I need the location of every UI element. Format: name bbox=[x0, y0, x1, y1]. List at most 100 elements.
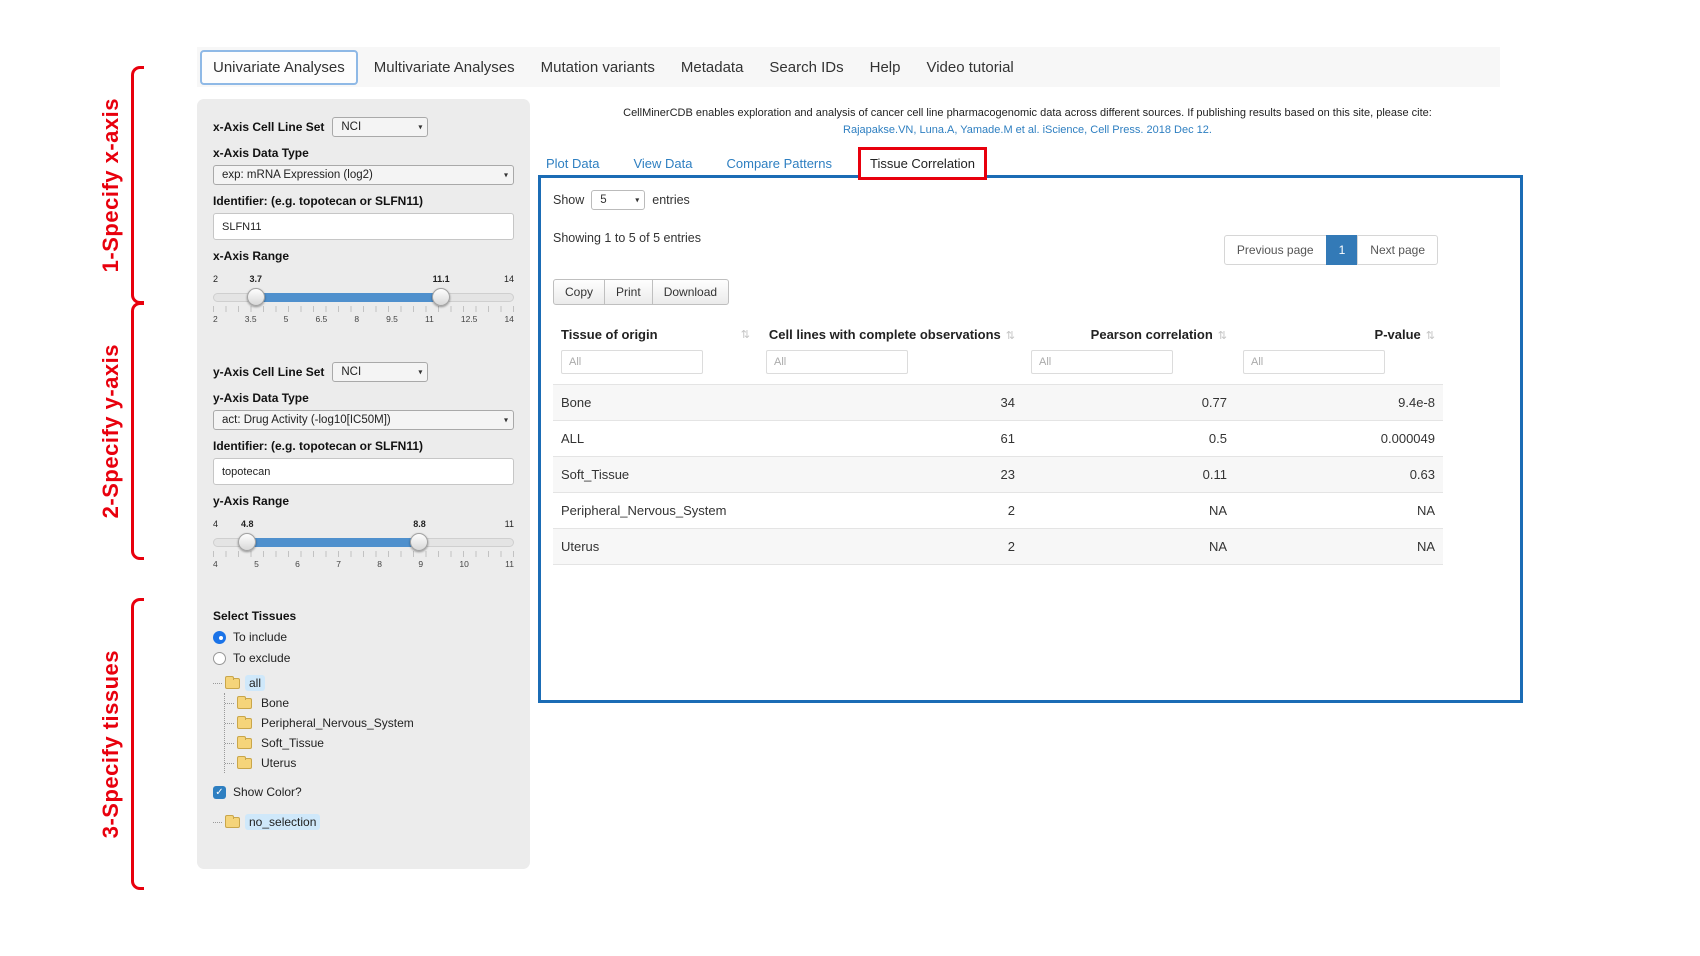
annotation-bracket bbox=[131, 302, 144, 560]
tab-view-data[interactable]: View Data bbox=[633, 156, 692, 171]
folder-icon bbox=[225, 817, 240, 828]
slider-handle-high[interactable] bbox=[432, 288, 450, 306]
column-header-cell-lines[interactable]: Cell lines with complete observations⇅ bbox=[758, 317, 1023, 348]
cell-tissue: Soft_Tissue bbox=[553, 457, 758, 493]
annotation-bracket bbox=[131, 66, 144, 304]
page-length-select[interactable]: 5 ▾ bbox=[591, 190, 645, 210]
nav-tab-video-tutorial[interactable]: Video tutorial bbox=[913, 50, 1026, 85]
next-page-button[interactable]: Next page bbox=[1357, 235, 1438, 265]
tree-label: Uterus bbox=[257, 755, 300, 771]
slider-handle-low[interactable] bbox=[247, 288, 265, 306]
nav-tab-univariate-analyses[interactable]: Univariate Analyses bbox=[200, 50, 358, 85]
page-1-button[interactable]: 1 bbox=[1326, 235, 1359, 265]
previous-page-button[interactable]: Previous page bbox=[1224, 235, 1327, 265]
tick-label: 9.5 bbox=[386, 314, 398, 324]
tree-label: all bbox=[245, 675, 265, 691]
tick-label: 12.5 bbox=[461, 314, 478, 324]
x-identifier-input[interactable] bbox=[213, 213, 514, 240]
x-data-type-value: exp: mRNA Expression (log2) bbox=[222, 169, 373, 181]
nav-tab-search-ids[interactable]: Search IDs bbox=[756, 50, 856, 85]
slider-handle-high[interactable] bbox=[410, 533, 428, 551]
slider-handle-low[interactable] bbox=[238, 533, 256, 551]
sort-icon: ⇅ bbox=[1426, 330, 1435, 342]
tree-item-uterus[interactable]: Uterus bbox=[225, 753, 514, 773]
nav-tab-multivariate-analyses[interactable]: Multivariate Analyses bbox=[361, 50, 528, 85]
radio-to-include-label: To include bbox=[233, 630, 287, 644]
x-axis-range-slider[interactable]: 2 3.7 11.1 14 2 3.5 5 6.5 8 9.5 11 12.5 … bbox=[213, 268, 514, 330]
y-range-label: y-Axis Range bbox=[213, 494, 514, 508]
table-row[interactable]: Bone 34 0.77 9.4e-8 bbox=[553, 385, 1443, 421]
cell-cell-lines: 61 bbox=[758, 421, 1023, 457]
table-row[interactable]: Soft_Tissue 23 0.11 0.63 bbox=[553, 457, 1443, 493]
radio-to-include[interactable]: To include bbox=[213, 630, 514, 644]
tab-compare-patterns[interactable]: Compare Patterns bbox=[727, 156, 833, 171]
citation-link[interactable]: Rajapakse.VN, Luna.A, Yamade.M et al. iS… bbox=[540, 122, 1515, 139]
nav-tab-help[interactable]: Help bbox=[857, 50, 914, 85]
annotation-bracket bbox=[131, 598, 144, 890]
pagination: Previous page 1 Next page bbox=[1224, 235, 1438, 265]
cell-pearson: 0.5 bbox=[1023, 421, 1235, 457]
tree-children: Bone Peripheral_Nervous_System Soft_Tiss… bbox=[224, 693, 514, 773]
column-header-tissue-of-origin[interactable]: Tissue of origin ⇅ bbox=[553, 317, 758, 348]
x-cell-line-set-select[interactable]: NCI ▾ bbox=[332, 117, 428, 137]
cell-tissue: Bone bbox=[553, 385, 758, 421]
table-row[interactable]: Uterus 2 NA NA bbox=[553, 529, 1443, 565]
tab-tissue-correlation[interactable]: Tissue Correlation bbox=[870, 156, 975, 171]
slider-from-label: 4.8 bbox=[241, 519, 254, 529]
slider-min-label: 4 bbox=[213, 519, 218, 529]
tick-label: 8 bbox=[377, 559, 382, 569]
cell-tissue: Uterus bbox=[553, 529, 758, 565]
table-row[interactable]: ALL 61 0.5 0.000049 bbox=[553, 421, 1443, 457]
copy-button[interactable]: Copy bbox=[553, 279, 605, 305]
slider-ticks bbox=[213, 551, 514, 557]
tree-item-bone[interactable]: Bone bbox=[225, 693, 514, 713]
filter-p-value[interactable] bbox=[1243, 350, 1385, 374]
tick-label: 3.5 bbox=[245, 314, 257, 324]
cell-cell-lines: 2 bbox=[758, 529, 1023, 565]
filter-tissue-of-origin[interactable] bbox=[561, 350, 703, 374]
slider-fill bbox=[247, 538, 419, 547]
nav-tab-metadata[interactable]: Metadata bbox=[668, 50, 757, 85]
filter-cell-lines[interactable] bbox=[766, 350, 908, 374]
show-color-label: Show Color? bbox=[233, 785, 302, 799]
tree-label: Bone bbox=[257, 695, 293, 711]
x-data-type-select[interactable]: exp: mRNA Expression (log2) ▾ bbox=[213, 165, 514, 185]
header-row: Tissue of origin ⇅ Cell lines with compl… bbox=[553, 317, 1443, 348]
tree-item-no-selection[interactable]: no_selection bbox=[213, 812, 514, 832]
show-color-checkbox[interactable]: ✓ Show Color? bbox=[213, 785, 514, 799]
chevron-down-icon: ▾ bbox=[504, 416, 508, 425]
tree-connector bbox=[213, 822, 222, 823]
filter-pearson-correlation[interactable] bbox=[1031, 350, 1173, 374]
radio-to-exclude[interactable]: To exclude bbox=[213, 651, 514, 665]
x-data-type-label: x-Axis Data Type bbox=[213, 146, 514, 160]
slider-fill bbox=[256, 293, 441, 302]
tick-label: 2 bbox=[213, 314, 218, 324]
tree-item-all[interactable]: all bbox=[213, 673, 514, 693]
column-title: Tissue of origin bbox=[561, 327, 658, 342]
annotation-step2: 2-Specify y-axis bbox=[98, 302, 144, 560]
tab-plot-data[interactable]: Plot Data bbox=[546, 156, 599, 171]
print-button[interactable]: Print bbox=[604, 279, 653, 305]
tick-label: 9 bbox=[418, 559, 423, 569]
table-row[interactable]: Peripheral_Nervous_System 2 NA NA bbox=[553, 493, 1443, 529]
tree-label: Soft_Tissue bbox=[257, 735, 328, 751]
tick-label: 14 bbox=[504, 314, 513, 324]
y-identifier-input[interactable] bbox=[213, 458, 514, 485]
nav-tab-mutation-variants[interactable]: Mutation variants bbox=[528, 50, 668, 85]
download-button[interactable]: Download bbox=[652, 279, 729, 305]
selection-tree: no_selection bbox=[213, 812, 514, 832]
column-header-p-value[interactable]: P-value⇅ bbox=[1235, 317, 1443, 348]
tree-connector bbox=[225, 763, 234, 764]
tree-item-soft-tissue[interactable]: Soft_Tissue bbox=[225, 733, 514, 753]
show-entries-control: Show 5 ▾ entries bbox=[553, 190, 1510, 210]
chevron-down-icon: ▾ bbox=[635, 196, 639, 205]
tree-item-peripheral-nervous-system[interactable]: Peripheral_Nervous_System bbox=[225, 713, 514, 733]
cell-tissue: ALL bbox=[553, 421, 758, 457]
annotation-step2-label: 2-Specify y-axis bbox=[98, 344, 124, 518]
y-axis-range-slider[interactable]: 4 4.8 8.8 11 4 5 6 7 8 9 10 11 bbox=[213, 513, 514, 575]
column-header-pearson-correlation[interactable]: Pearson correlation⇅ bbox=[1023, 317, 1235, 348]
y-cell-line-set-select[interactable]: NCI ▾ bbox=[332, 362, 428, 382]
y-data-type-select[interactable]: act: Drug Activity (-log10[IC50M]) ▾ bbox=[213, 410, 514, 430]
page-length-value: 5 bbox=[600, 194, 606, 206]
main-tabs: Plot Data View Data Compare Patterns Tis… bbox=[546, 147, 987, 180]
